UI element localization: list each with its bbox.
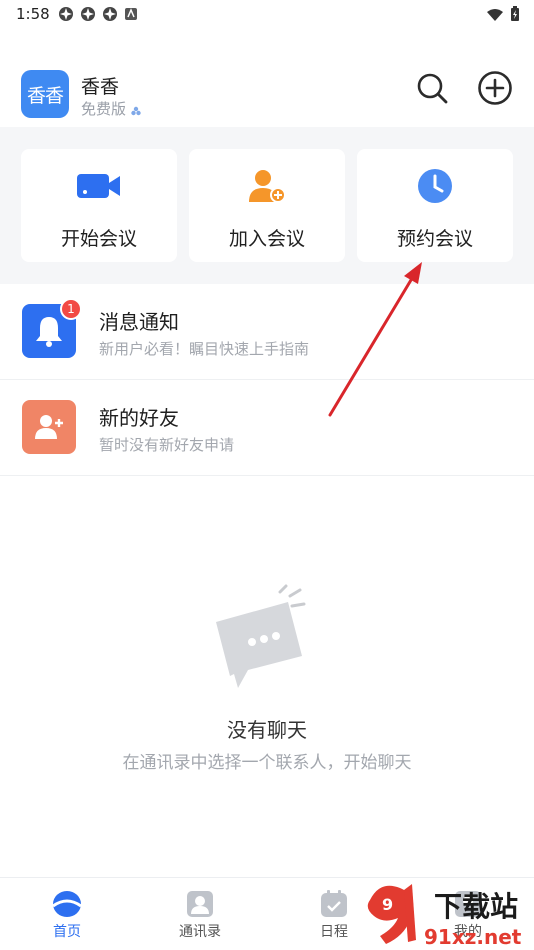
plus-circle-icon	[478, 71, 512, 105]
clock-icon	[413, 169, 457, 203]
home-header: 香香 香香 免费版	[0, 62, 534, 124]
new-friends-subtitle: 暂时没有新好友申请	[99, 436, 235, 454]
add-user-icon	[245, 169, 289, 203]
nav-home-label: 首页	[53, 924, 81, 940]
list-item-notifications[interactable]: 1 消息通知 新用户必看！瞩目快速上手指南	[0, 284, 534, 379]
watermark-bottom-text: 91xz.net	[424, 925, 522, 949]
home-icon	[52, 890, 82, 918]
user-name: 香香	[81, 76, 120, 98]
schedule-meeting-label: 预约会议	[396, 228, 473, 250]
app-notification-icon	[102, 6, 118, 22]
system-status	[486, 6, 520, 26]
nav-contacts[interactable]: 通讯录	[150, 878, 250, 950]
nav-contacts-label: 通讯录	[179, 924, 221, 940]
start-meeting-button[interactable]: 开始会议	[21, 149, 177, 262]
nav-home[interactable]: 首页	[17, 878, 117, 950]
notifications-title: 消息通知	[99, 310, 179, 334]
empty-chat-illustration	[210, 584, 320, 694]
contacts-icon	[185, 890, 215, 918]
plan-text: 免费版	[81, 100, 127, 118]
add-friend-icon	[22, 400, 76, 454]
battery-icon	[510, 6, 520, 26]
plan-label: 免费版	[81, 98, 142, 119]
add-button[interactable]	[477, 70, 513, 106]
search-button[interactable]	[414, 70, 450, 106]
status-bar: 1:58	[0, 0, 534, 30]
notification-icons	[58, 6, 140, 22]
join-meeting-label: 加入会议	[228, 228, 305, 250]
schedule-meeting-button[interactable]: 预约会议	[357, 149, 513, 262]
join-meeting-button[interactable]: 加入会议	[189, 149, 345, 262]
avatar[interactable]: 香香	[21, 70, 69, 118]
app-home-screen: 1:58 香香 香香 免费版 开始会议 加入会议 预约会议 1 消息通知 新用户…	[0, 0, 534, 950]
svg-text:9: 9	[382, 895, 393, 914]
empty-state-subtitle: 在通讯录中选择一个联系人，开始聊天	[122, 753, 412, 773]
start-meeting-label: 开始会议	[60, 228, 137, 250]
calendar-icon	[319, 890, 349, 918]
empty-state-title: 没有聊天	[227, 718, 307, 742]
plan-badge-icon	[130, 103, 142, 115]
app-notification-icon	[58, 6, 74, 22]
list-item-new-friends[interactable]: 新的好友 暂时没有新好友申请	[0, 380, 534, 475]
app-notification-icon	[80, 6, 96, 22]
meeting-actions-panel: 开始会议 加入会议 预约会议	[0, 127, 534, 284]
new-friends-title: 新的好友	[99, 406, 179, 430]
notifications-subtitle: 新用户必看！瞩目快速上手指南	[99, 340, 310, 358]
search-icon	[417, 73, 448, 104]
divider	[0, 475, 534, 476]
wifi-icon	[486, 7, 504, 26]
watermark-top-text: 下载站	[434, 890, 518, 923]
unread-badge: 1	[60, 298, 82, 320]
text-notification-icon	[124, 6, 140, 22]
status-time: 1:58	[16, 5, 50, 23]
video-camera-icon	[77, 169, 121, 203]
site-watermark: 9 下载站 91xz.net	[360, 880, 534, 950]
